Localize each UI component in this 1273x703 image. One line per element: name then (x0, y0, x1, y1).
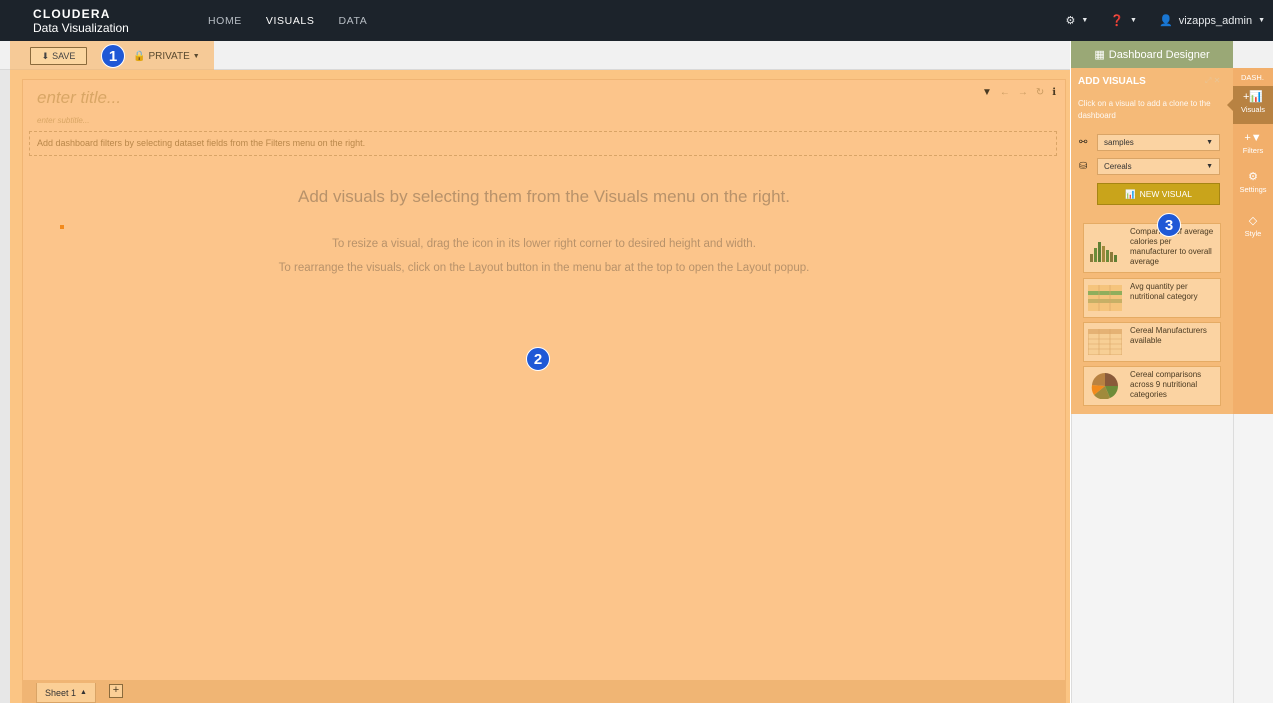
visual-card-manufacturers[interactable]: Cereal Manufacturers available (1083, 322, 1221, 362)
connection-value: samples (1104, 138, 1134, 147)
radial-chart-thumbnail (1091, 373, 1118, 399)
add-filter-icon: +▼ (1244, 132, 1262, 144)
side-tabs-top (1233, 41, 1273, 68)
callout-badge-3: 3 (1157, 213, 1181, 237)
main-nav: HOME VISUALS DATA (196, 0, 379, 43)
bar-chart-thumbnail (1090, 242, 1117, 262)
connection-icon: ⚯ (1079, 137, 1088, 148)
chevron-down-icon: ▼ (1206, 139, 1213, 146)
dashboard-title-input[interactable]: enter title... (37, 88, 121, 108)
side-tab-style[interactable]: ◇ Style (1233, 214, 1273, 238)
arrow-right-icon[interactable]: → (1018, 87, 1028, 98)
chevron-down-icon: ▼ (1081, 17, 1089, 24)
callout-badge-1: 1 (101, 44, 125, 68)
nav-visuals[interactable]: VISUALS (241, 0, 338, 43)
help-icon: ❓ (1110, 15, 1125, 27)
side-tab-label: Style (1244, 229, 1262, 238)
table-thumbnail (1088, 285, 1122, 311)
filter-drop-zone[interactable]: Add dashboard filters by selecting datas… (29, 131, 1057, 156)
diamond-icon: ◇ (1248, 215, 1258, 227)
download-icon: ⬇ (41, 50, 50, 61)
side-tab-label: Filters (1242, 146, 1264, 155)
user-name: vizapps_admin (1178, 14, 1253, 27)
sheet-tabs-bar (22, 681, 1066, 703)
user-menu[interactable]: 👤 vizapps_admin ▼ (1158, 14, 1265, 28)
settings-menu[interactable]: ⚙ ▼ (1066, 14, 1089, 27)
side-tab-filters[interactable]: +▼ Filters (1233, 132, 1273, 155)
chevron-down-icon: ▼ (1130, 17, 1137, 24)
chevron-down-icon: ▼ (1258, 17, 1265, 24)
save-button[interactable]: ⬇ SAVE (30, 47, 87, 65)
rearrange-hint: To rearrange the visuals, click on the L… (278, 262, 810, 274)
gears-icon: ⚙ (1248, 171, 1258, 183)
dataset-select[interactable]: Cereals ▼ (1097, 158, 1220, 175)
chevron-down-icon: ▼ (192, 52, 200, 60)
visual-card-label: Cereal comparisons across 9 nutritional … (1130, 370, 1202, 399)
nav-data[interactable]: DATA (326, 0, 379, 41)
callout-badge-2: 2 (526, 347, 550, 371)
chevron-down-icon: ▼ (1206, 163, 1213, 170)
grid-thumbnail (1088, 329, 1122, 355)
side-tab-label: Settings (1239, 185, 1267, 194)
new-visual-button[interactable]: 📊 NEW VISUAL (1097, 183, 1220, 205)
bar-chart-icon: 📊 (1124, 188, 1136, 199)
sheet-tab[interactable]: Sheet 1 ▲ (36, 683, 96, 703)
new-visual-label: NEW VISUAL (1139, 189, 1193, 199)
dashboard-subtitle-input[interactable]: enter subtitle... (37, 116, 89, 125)
panel-title: ADD VISUALS (1078, 76, 1146, 87)
side-tab-settings[interactable]: ⚙ Settings (1233, 170, 1273, 194)
filter-icon[interactable]: ▼ (982, 87, 992, 98)
resize-hint: To resize a visual, drag the icon in its… (332, 238, 756, 250)
dashboard-sheet (22, 79, 1066, 681)
add-visual-icon: +📊 (1242, 91, 1264, 103)
info-icon[interactable]: ℹ (1052, 87, 1056, 98)
top-navbar: CLOUDERA Data Visualization HOME VISUALS… (0, 0, 1273, 43)
visual-card-label: Avg quantity per nutritional category (1130, 282, 1198, 301)
save-label: SAVE (52, 51, 76, 61)
visual-card-quantity[interactable]: Avg quantity per nutritional category (1083, 278, 1221, 318)
dataset-value: Cereals (1104, 162, 1132, 171)
visual-card-label: Cereal Manufacturers available (1130, 326, 1207, 345)
sheet-tab-label: Sheet 1 (45, 687, 77, 698)
gear-icon: ⚙ (1065, 15, 1076, 27)
visibility-dropdown[interactable]: 🔒 PRIVATE ▼ (133, 47, 200, 65)
empty-state-message: Add visuals by selecting them from the V… (298, 187, 790, 206)
brand-product: Data Visualization (33, 21, 129, 35)
designer-title: Dashboard Designer (1108, 48, 1210, 61)
visual-card-calories[interactable]: Comparison of average calories per manuf… (1083, 223, 1221, 273)
arrow-left-icon[interactable]: ← (1000, 87, 1010, 98)
side-tabs-background (1233, 414, 1273, 703)
help-menu[interactable]: ❓ ▼ (1110, 14, 1137, 27)
resize-marker (60, 225, 64, 229)
visual-card-comparisons[interactable]: Cereal comparisons across 9 nutritional … (1083, 366, 1221, 406)
add-sheet-button[interactable]: + (109, 684, 123, 698)
connection-select[interactable]: samples ▼ (1097, 134, 1220, 151)
layout-icon: ▦ (1094, 49, 1105, 61)
lock-icon: 🔒 (133, 50, 146, 62)
chevron-up-icon: ▲ (80, 689, 87, 696)
close-icon[interactable]: ✕ (1214, 76, 1221, 85)
dataset-icon: ⛁ (1079, 161, 1088, 172)
expand-icon[interactable]: ⤢ (1205, 76, 1211, 85)
side-tab-label: Visuals (1240, 105, 1266, 114)
top-right-menu: ⚙ ▼ ❓ ▼ 👤 vizapps_admin ▼ (1066, 0, 1265, 41)
visibility-label: PRIVATE (148, 50, 190, 62)
dash-label: DASH. (1241, 73, 1264, 82)
side-tab-visuals[interactable]: +📊 Visuals (1233, 86, 1273, 124)
canvas-tools: ▼ ← → ↻ ℹ (982, 87, 1056, 98)
nav-home[interactable]: HOME (196, 0, 254, 41)
brand-logo[interactable]: CLOUDERA Data Visualization (33, 8, 129, 34)
brand-name: CLOUDERA (33, 7, 111, 21)
refresh-icon[interactable]: ↻ (1036, 87, 1044, 98)
panel-tools: ⤢ ✕ (1205, 76, 1220, 86)
dashboard-designer-header: ▦ Dashboard Designer (1071, 41, 1233, 68)
user-icon: 👤 (1158, 15, 1173, 27)
panel-help-text: Click on a visual to add a clone to the … (1078, 99, 1211, 120)
filter-hint: Add dashboard filters by selecting datas… (37, 138, 366, 148)
